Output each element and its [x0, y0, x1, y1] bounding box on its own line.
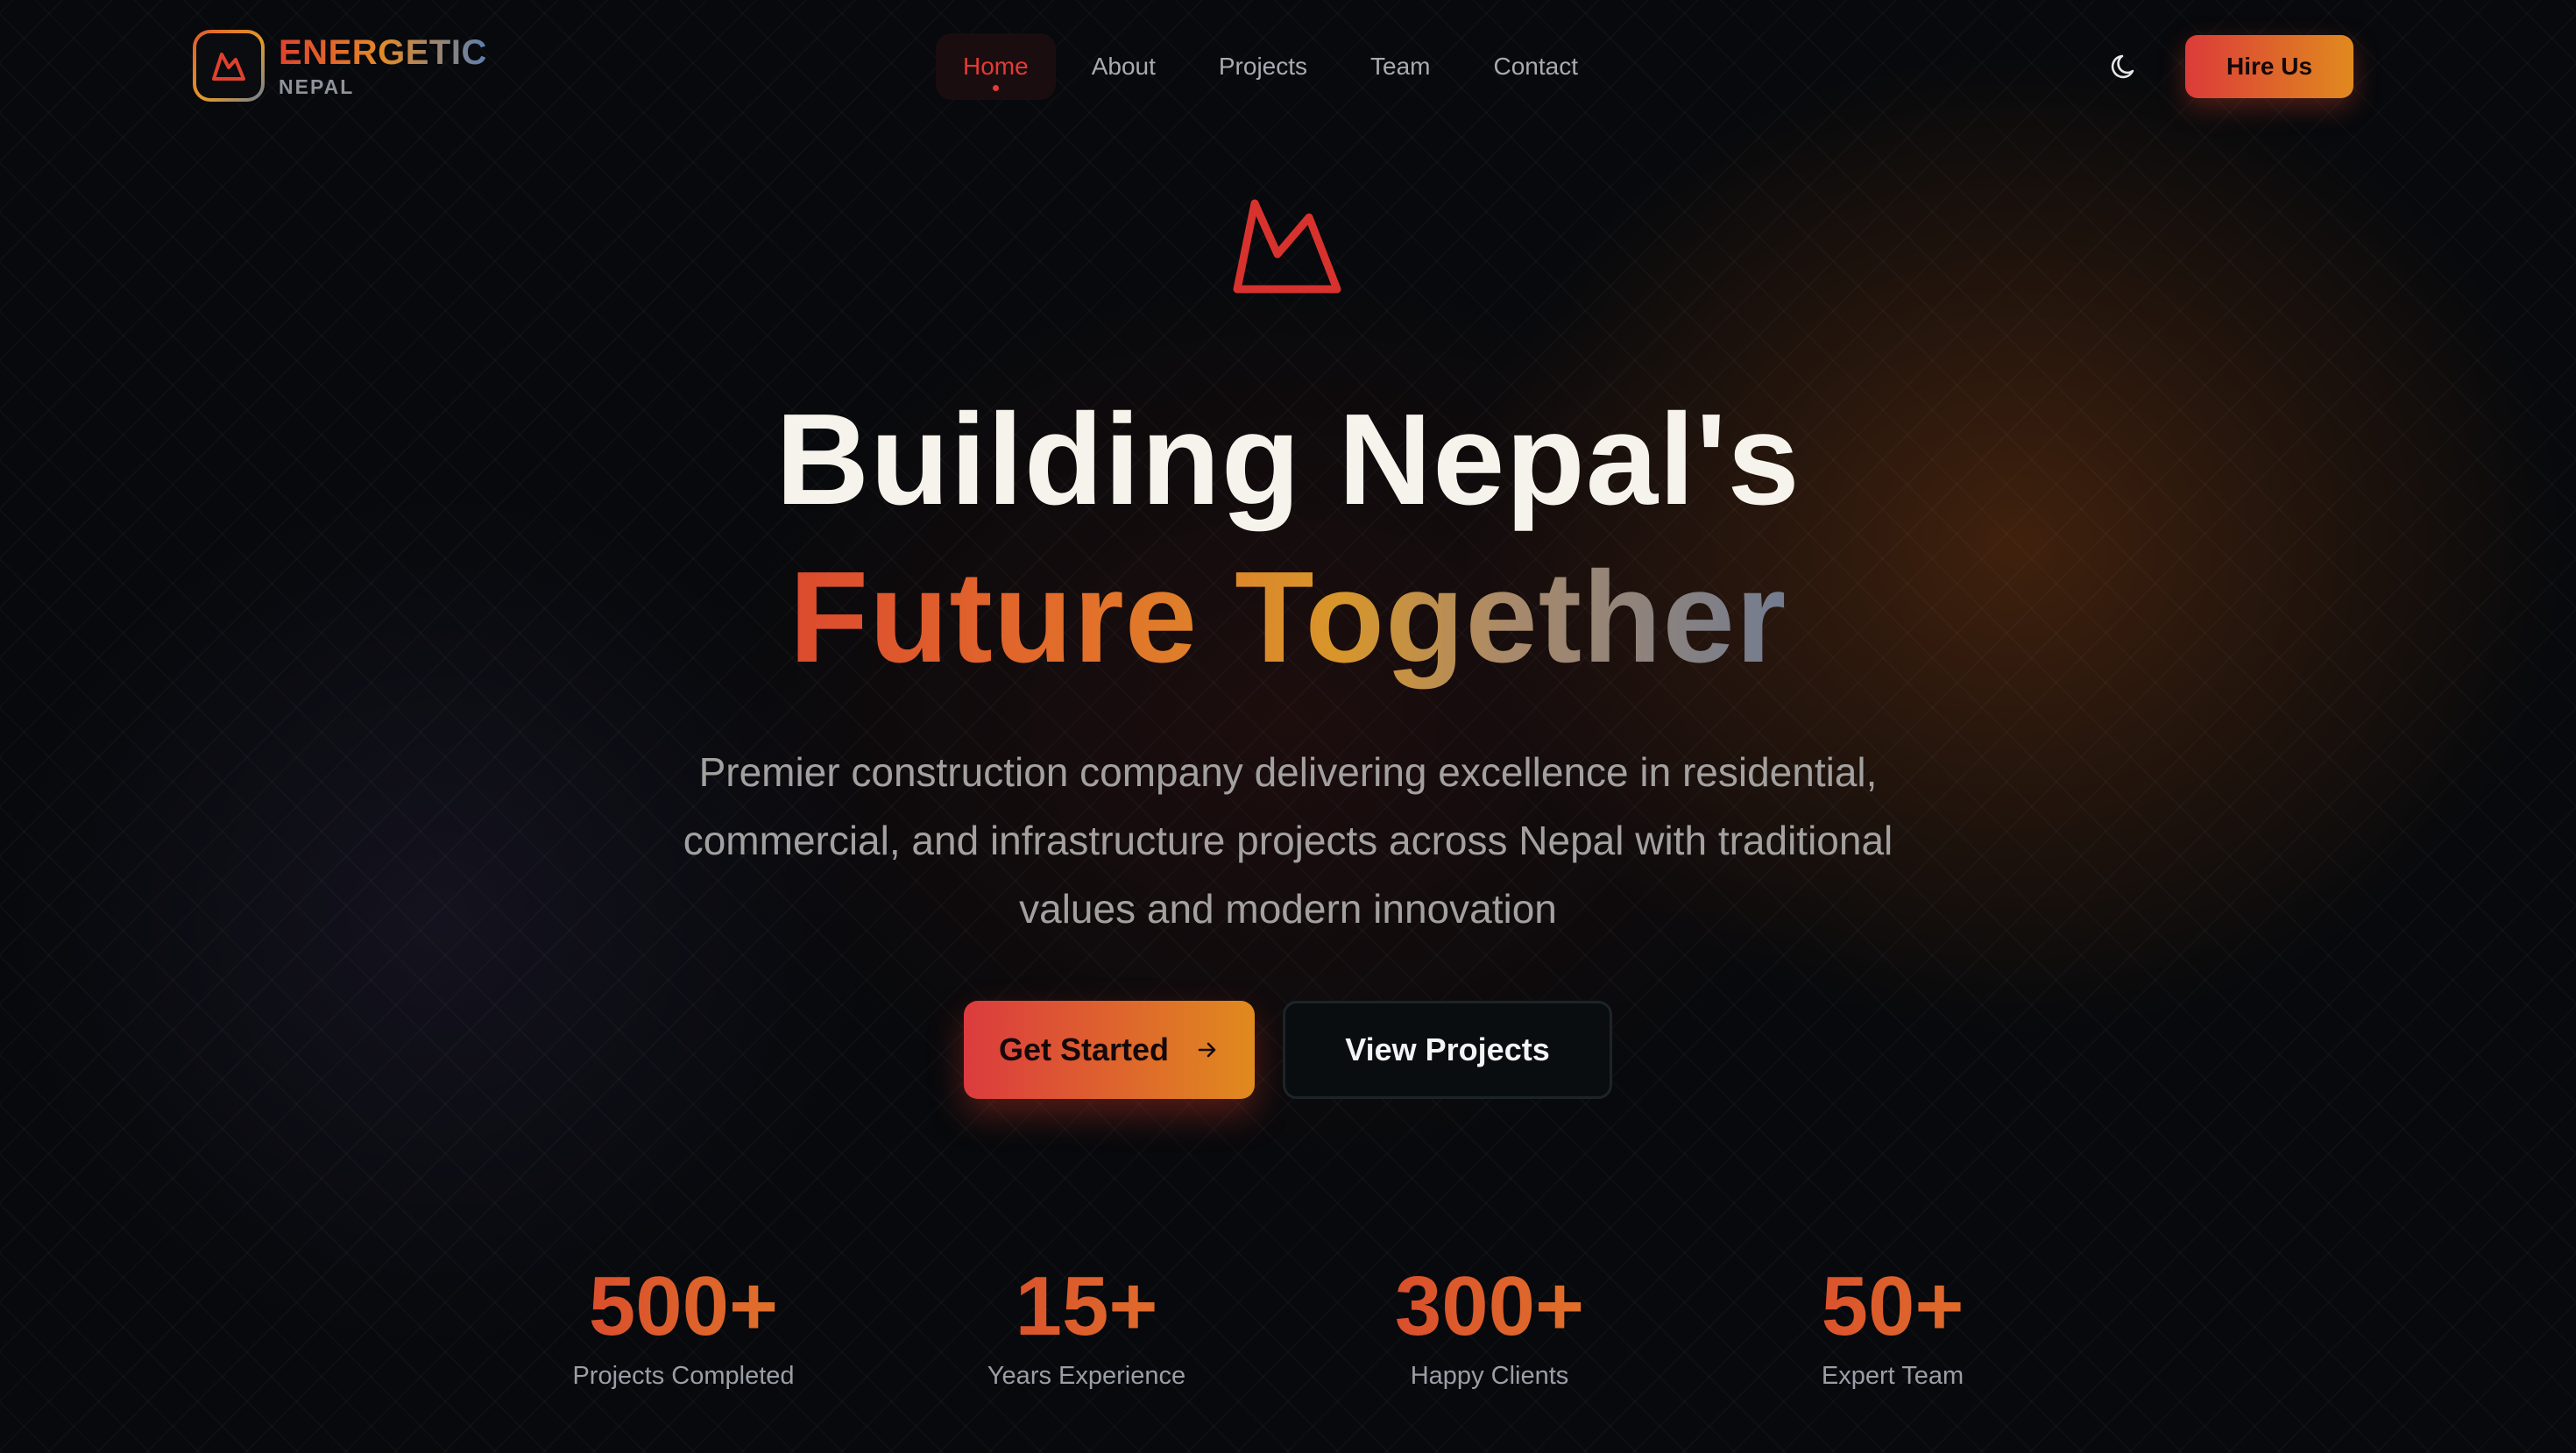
- main-menu: Home About Projects Team Contact: [936, 33, 1614, 100]
- stat-label: Years Experience: [987, 1362, 1186, 1390]
- hero-title-line1: Building Nepal's: [775, 387, 1801, 532]
- brand-name: ENERGETIC: [279, 32, 487, 72]
- stat-expert-team: 50+ Expert Team: [1744, 1258, 2042, 1391]
- stat-value: 50+: [1744, 1258, 2042, 1355]
- stat-value: 500+: [534, 1258, 832, 1355]
- nav-item-label: Projects: [1218, 53, 1308, 80]
- view-projects-button[interactable]: View Projects: [1283, 1001, 1612, 1099]
- nav-item-label: Team: [1370, 53, 1431, 80]
- nav-item-contact[interactable]: Contact: [1467, 33, 1606, 100]
- nav-item-label: About: [1091, 53, 1156, 80]
- nav-item-team[interactable]: Team: [1343, 33, 1457, 100]
- brand-logo[interactable]: ENERGETIC NEPAL: [193, 30, 487, 102]
- nav-item-label: Home: [963, 53, 1029, 80]
- theme-toggle-button[interactable]: [2108, 49, 2143, 84]
- stat-value: 15+: [938, 1258, 1235, 1355]
- get-started-label: Get Started: [998, 1031, 1170, 1067]
- hero-title-highlight: Future Together: [789, 545, 1787, 690]
- hire-us-button[interactable]: Hire Us: [2185, 35, 2353, 98]
- mountain-icon: [212, 53, 245, 81]
- mountain-icon: [1233, 199, 1341, 294]
- hero-title-line2: Future Together: [0, 543, 2576, 692]
- nav-item-about[interactable]: About: [1065, 33, 1183, 100]
- nav-item-label: Contact: [1493, 53, 1579, 80]
- get-started-button[interactable]: Get Started: [964, 1001, 1255, 1099]
- moon-icon: [2111, 54, 2134, 79]
- brand-subname: NEPAL: [279, 74, 355, 98]
- logo-badge: [193, 30, 265, 102]
- active-indicator-dot: [993, 85, 1000, 91]
- navbar: ENERGETIC NEPAL Home About Projects Team…: [0, 0, 2576, 131]
- stat-value: 300+: [1341, 1258, 1638, 1355]
- stat-years-experience: 15+ Years Experience: [938, 1258, 1235, 1391]
- hero-subtitle: Premier construction company delivering …: [683, 749, 1893, 932]
- arrow-right-icon: [1195, 1038, 1220, 1062]
- view-projects-label: View Projects: [1345, 1031, 1550, 1067]
- nav-item-home[interactable]: Home: [936, 33, 1056, 100]
- stat-happy-clients: 300+ Happy Clients: [1341, 1258, 1638, 1391]
- landing-page: ENERGETIC NEPAL Home About Projects Team…: [0, 0, 2576, 1453]
- stat-label: Projects Completed: [572, 1362, 795, 1390]
- stat-label: Expert Team: [1821, 1362, 1964, 1390]
- stat-label: Happy Clients: [1410, 1362, 1569, 1390]
- nav-item-projects[interactable]: Projects: [1192, 33, 1334, 100]
- stat-projects-completed: 500+ Projects Completed: [534, 1258, 832, 1391]
